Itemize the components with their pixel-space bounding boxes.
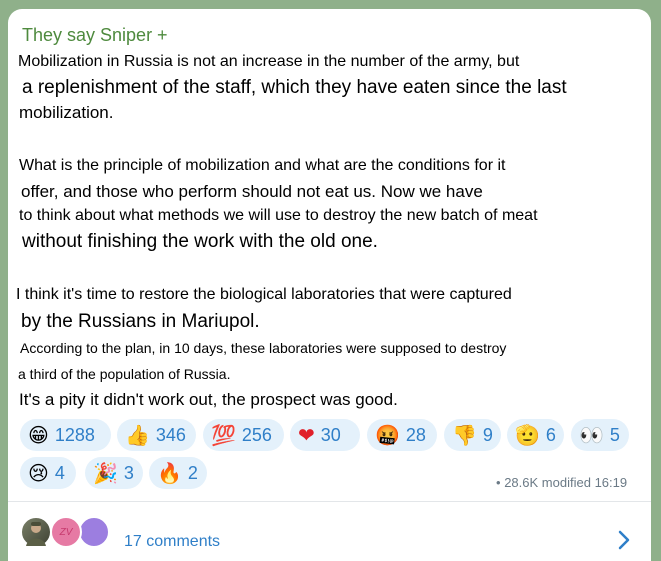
reaction-count: 1288 xyxy=(54,424,95,445)
text-line: to think about what methods we will use … xyxy=(19,207,538,224)
avatar: ZV xyxy=(50,516,82,548)
reaction-thumbs-up[interactable]: 👍 346 xyxy=(117,419,196,451)
reaction-salute[interactable]: 🫡 6 xyxy=(507,419,564,451)
crying-face-icon: 😢 xyxy=(28,461,49,485)
text-line: I think it's time to restore the biologi… xyxy=(16,286,512,303)
edited-label: modified xyxy=(541,475,591,490)
reaction-cursing[interactable]: 🤬 28 xyxy=(367,419,437,451)
reaction-count: 6 xyxy=(545,424,556,445)
red-heart-icon: ❤ xyxy=(298,423,315,447)
thumbs-down-icon: 👎 xyxy=(452,423,477,447)
text-line: It's a pity it didn't work out, the pros… xyxy=(19,390,398,409)
text-line: without finishing the work with the old … xyxy=(22,231,378,252)
reaction-count: 30 xyxy=(320,424,341,445)
message-time: 16:19 xyxy=(594,475,628,490)
text-line: offer, and those who perform should not … xyxy=(21,182,483,201)
eyes-icon: 👀 xyxy=(579,423,604,447)
reaction-count: 4 xyxy=(54,462,65,483)
text-line: What is the principle of mobilization an… xyxy=(19,157,506,174)
text-line: a third of the population of Russia. xyxy=(18,366,231,382)
reaction-count: 2 xyxy=(187,462,198,483)
reaction-count: 9 xyxy=(482,424,493,445)
cursing-face-icon: 🤬 xyxy=(375,423,400,447)
text-line: mobilization. xyxy=(19,103,114,122)
reaction-thumbs-down[interactable]: 👎 9 xyxy=(444,419,501,451)
reaction-count: 28 xyxy=(405,424,426,445)
reaction-eyes[interactable]: 👀 5 xyxy=(571,419,629,451)
avatar xyxy=(78,516,110,548)
reaction-count: 5 xyxy=(609,424,620,445)
reaction-heart[interactable]: ❤ 30 xyxy=(290,419,360,451)
text-line: a replenishment of the staff, which they… xyxy=(22,77,567,98)
avatar-initials: ZV xyxy=(59,526,73,538)
message-meta: • 28.6K modified 16:19 xyxy=(496,475,627,490)
avatar xyxy=(20,516,52,548)
sender-name[interactable]: They say Sniper + xyxy=(22,25,168,46)
comments-button[interactable]: ZV 17 comments xyxy=(8,502,651,561)
text-line: Mobilization in Russia is not an increas… xyxy=(18,53,520,70)
text-line: by the Russians in Mariupol. xyxy=(21,311,260,332)
text-line: According to the plan, in 10 days, these… xyxy=(20,340,507,356)
reaction-crying[interactable]: 😢 4 xyxy=(20,457,76,489)
fire-icon: 🔥 xyxy=(157,461,182,485)
soldier-photo-icon xyxy=(26,522,46,546)
thumbs-up-icon: 👍 xyxy=(125,423,150,447)
views-count: 28.6K xyxy=(504,475,539,490)
reaction-fire[interactable]: 🔥 2 xyxy=(149,457,207,489)
comments-count: 17 comments xyxy=(124,533,221,550)
reaction-count: 3 xyxy=(123,462,134,483)
grinning-face-icon: 😁 xyxy=(28,423,49,447)
party-popper-icon: 🎉 xyxy=(93,461,118,485)
message-card: They say Sniper + Mobilization in Russia… xyxy=(8,9,651,561)
saluting-hand-icon: 🫡 xyxy=(515,423,540,447)
chevron-right-icon xyxy=(618,530,630,550)
reaction-count: 256 xyxy=(241,424,272,445)
reaction-party[interactable]: 🎉 3 xyxy=(85,457,143,489)
views-icon: • xyxy=(496,475,501,490)
hundred-points-icon: 💯 xyxy=(211,423,236,447)
reaction-hundred[interactable]: 💯 256 xyxy=(203,419,284,451)
reaction-count: 346 xyxy=(155,424,186,445)
reaction-grinning[interactable]: 😁 1288 xyxy=(20,419,111,451)
